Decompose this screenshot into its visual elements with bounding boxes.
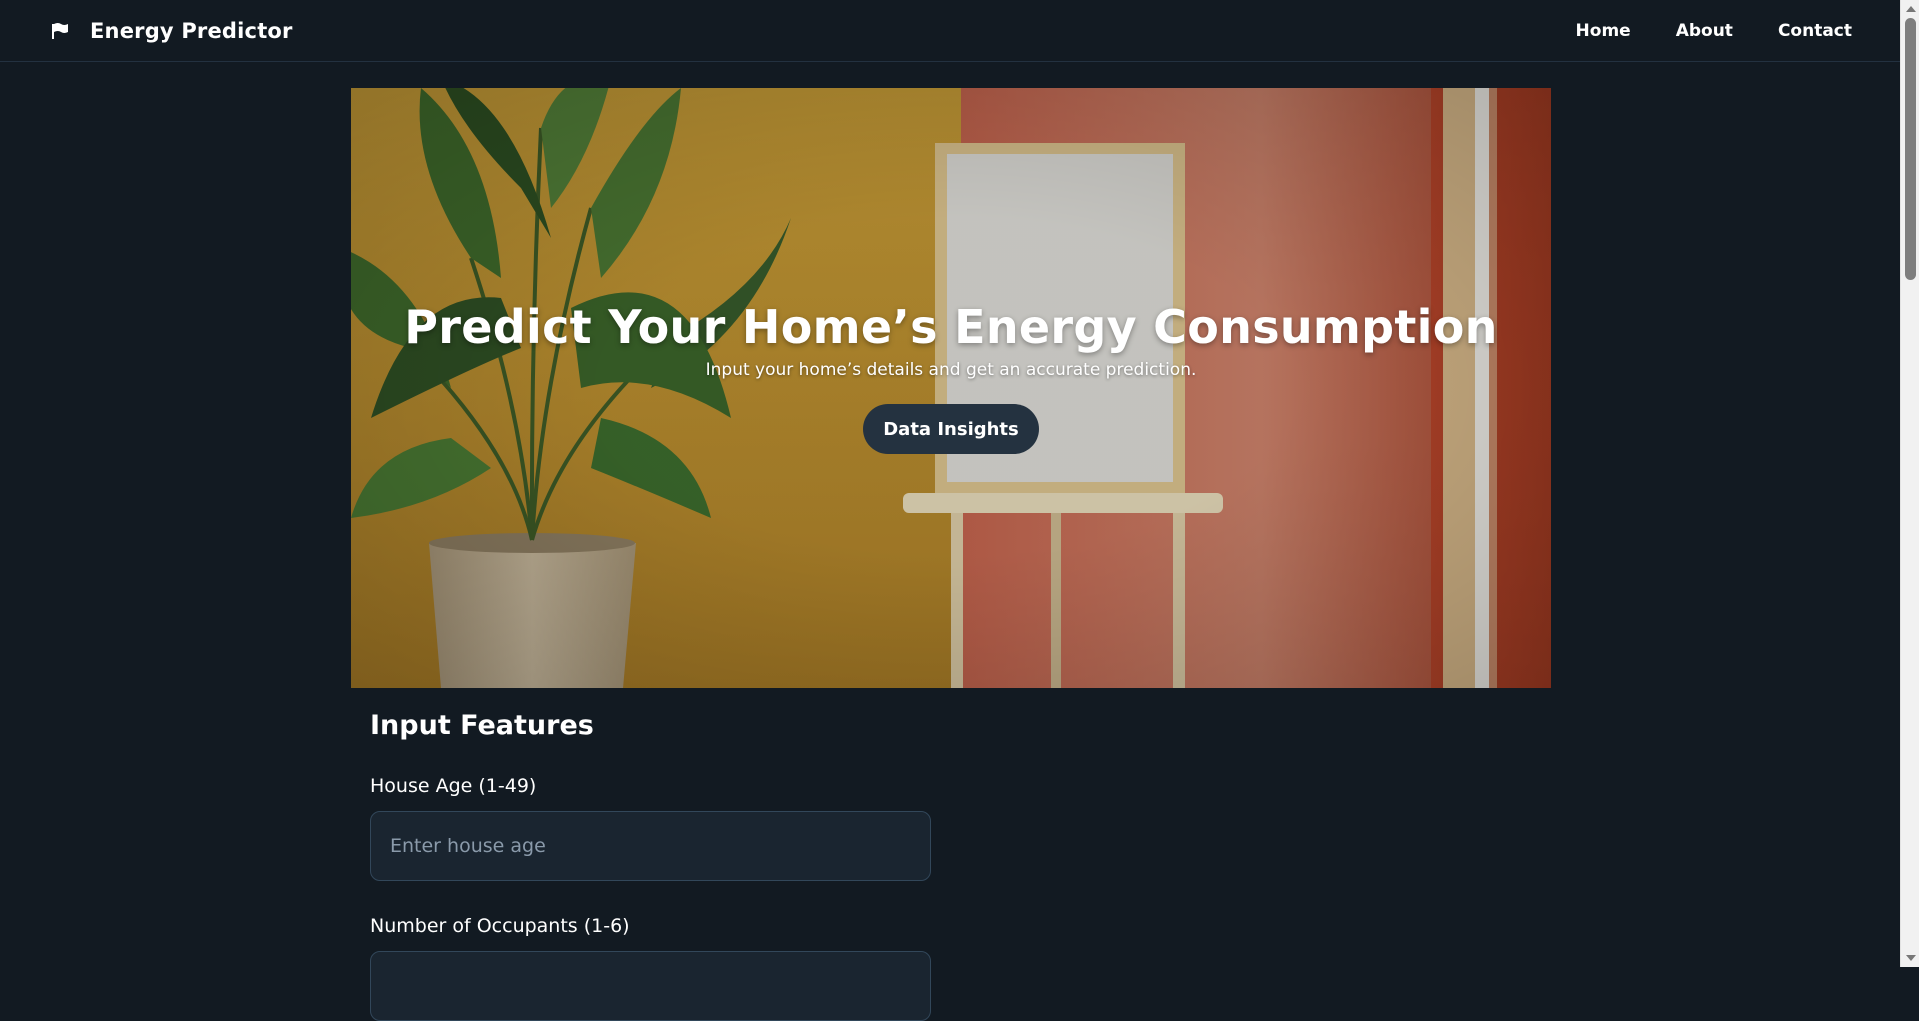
nav-link-contact[interactable]: Contact — [1778, 21, 1852, 41]
page-scrollbar[interactable] — [1900, 0, 1919, 967]
house-age-input[interactable] — [370, 811, 931, 881]
nav-link-home[interactable]: Home — [1576, 21, 1631, 41]
scroll-down-icon[interactable] — [1906, 955, 1916, 961]
main-nav: Home About Contact — [1576, 21, 1852, 41]
occupants-label: Number of Occupants (1-6) — [370, 915, 630, 937]
nav-link-about[interactable]: About — [1676, 21, 1733, 41]
flag-icon — [50, 21, 70, 41]
hero-subtitle: Input your home’s details and get an acc… — [705, 360, 1197, 380]
input-features-form: Input Features House Age (1-49) Number o… — [370, 710, 970, 1021]
scroll-up-icon[interactable] — [1906, 6, 1916, 12]
form-title: Input Features — [370, 710, 594, 741]
data-insights-button[interactable]: Data Insights — [863, 404, 1039, 454]
house-age-label: House Age (1-49) — [370, 775, 537, 797]
occupants-input[interactable] — [370, 951, 931, 1021]
brand-name: Energy Predictor — [90, 18, 293, 43]
scrollbar-thumb[interactable] — [1905, 18, 1916, 280]
hero-title: Predict Your Home’s Energy Consumption — [404, 300, 1498, 354]
top-navbar: Energy Predictor Home About Contact — [0, 0, 1900, 62]
hero-content: Predict Your Home’s Energy Consumption I… — [351, 88, 1551, 688]
hero-banner: Predict Your Home’s Energy Consumption I… — [351, 88, 1551, 688]
brand[interactable]: Energy Predictor — [50, 19, 293, 43]
